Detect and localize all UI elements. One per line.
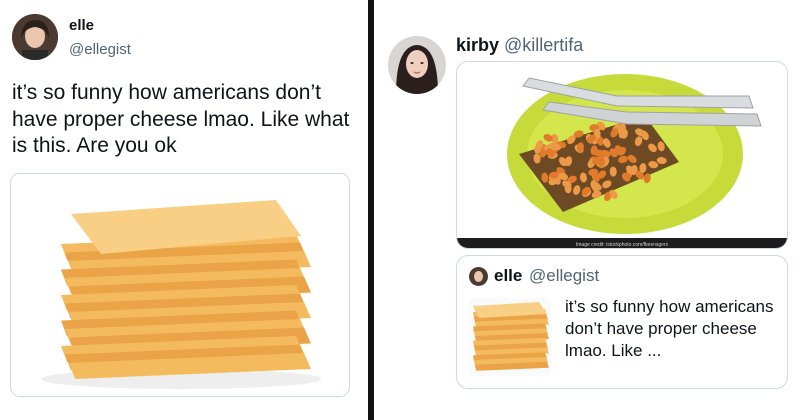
tweet-image-card[interactable]: Image credit: istockphoto.com/fkeensgers xyxy=(456,61,788,249)
author-name[interactable]: kirby xyxy=(456,35,499,56)
quoted-tweet[interactable]: elle @ellegist it’s so funny how america… xyxy=(456,255,788,389)
avatar-photo-icon xyxy=(469,267,488,286)
avatar-photo-icon xyxy=(12,14,58,60)
cheese-slices-image xyxy=(11,174,349,396)
quoted-tweet-text: it’s so funny how americans don’t have p… xyxy=(565,297,774,361)
author-name[interactable]: elle xyxy=(69,17,94,34)
beans-on-toast-image: Image credit: istockphoto.com/fkeensgers xyxy=(457,62,787,248)
tweet-image-card[interactable] xyxy=(10,173,350,397)
quoted-tweet-thumbnail xyxy=(469,298,551,376)
avatar xyxy=(469,267,488,286)
avatar[interactable] xyxy=(12,14,58,60)
right-tweet: kirby @killertifa Image credit: istockph… xyxy=(374,0,800,420)
image-credit: Image credit: istockphoto.com/fkeensgers xyxy=(576,242,669,248)
left-tweet: elle @ellegist it’s so funny how america… xyxy=(0,0,368,420)
avatar-photo-icon xyxy=(388,36,446,94)
avatar[interactable] xyxy=(388,36,446,94)
quoted-author-name: elle xyxy=(494,266,523,285)
quoted-author-handle: @ellegist xyxy=(529,266,600,285)
tweet-text: it’s so funny how americans don’t have p… xyxy=(12,81,350,158)
cheese-slices-thumbnail xyxy=(469,298,551,376)
author-handle[interactable]: @ellegist xyxy=(69,41,131,58)
author-handle[interactable]: @killertifa xyxy=(504,35,583,56)
